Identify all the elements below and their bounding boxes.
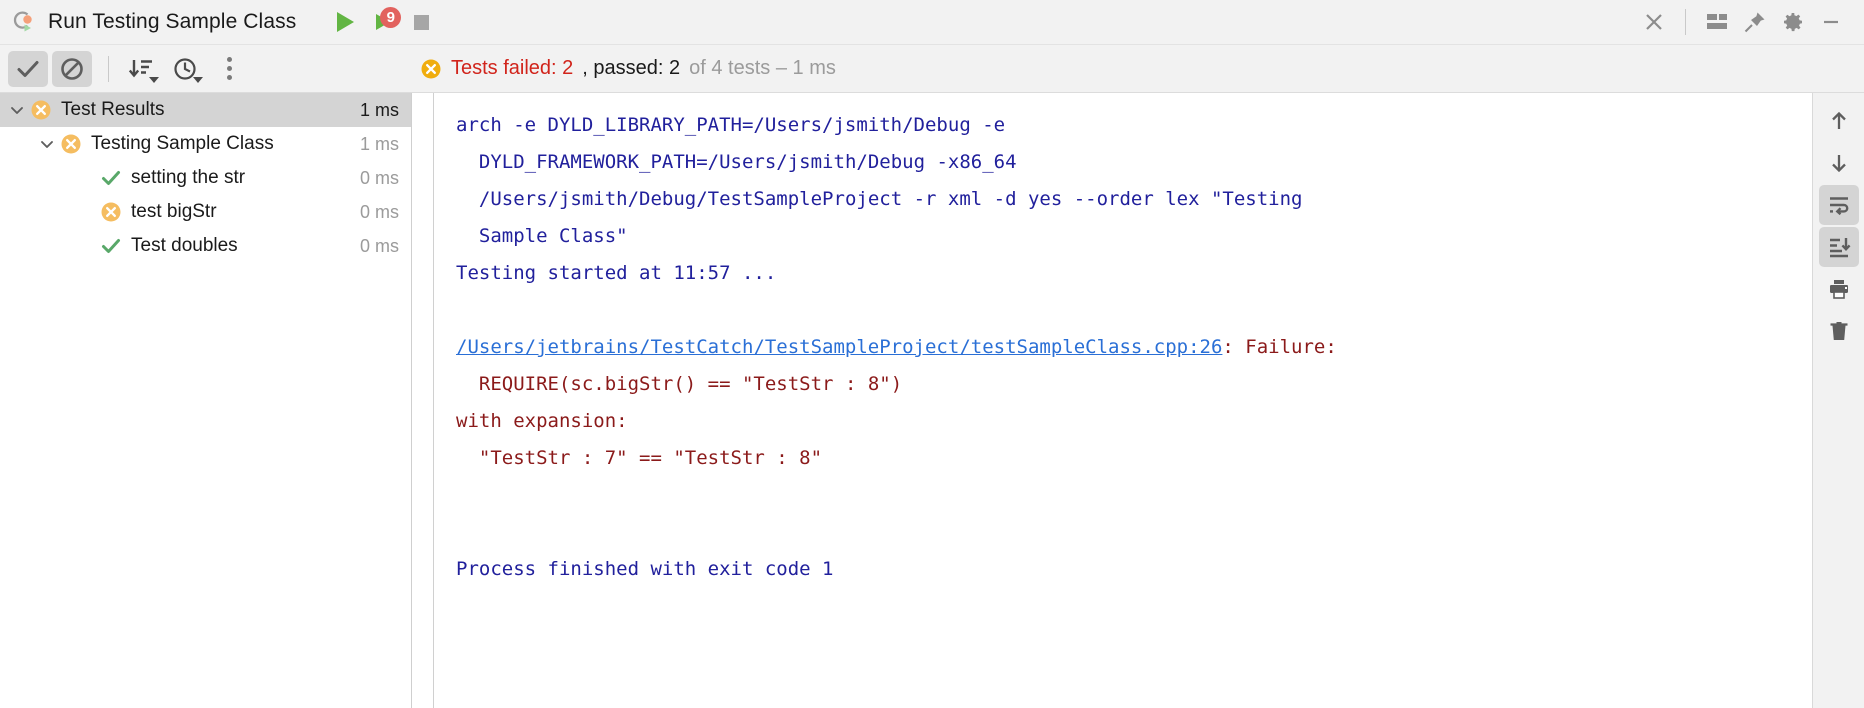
scroll-up-button[interactable] — [1819, 101, 1859, 141]
close-icon — [1646, 14, 1662, 30]
console-exit-line: Process finished with exit code 1 — [456, 558, 834, 580]
close-button[interactable] — [1635, 3, 1673, 41]
block-icon — [61, 57, 83, 80]
chevron-down-icon[interactable] — [34, 136, 60, 152]
test-tree-row-setting-the-str[interactable]: setting the str 0 ms — [0, 161, 411, 195]
status-passed-text: , passed: 2 — [582, 57, 681, 79]
toolbar-divider — [108, 55, 109, 82]
more-options-button[interactable] — [209, 51, 249, 87]
test-tree-row-test-doubles[interactable]: Test doubles 0 ms — [0, 229, 411, 263]
sort-alphabetically-button[interactable] — [121, 51, 161, 87]
trash-icon — [1830, 322, 1847, 340]
test-toolbar: Tests failed: 2 , passed: 2 of 4 tests – … — [0, 45, 1864, 93]
console-started-line: Testing started at 11:57 ... — [456, 262, 777, 284]
console-panel: arch -e DYLD_LIBRARY_PATH=/Users/jsmith/… — [412, 93, 1812, 708]
run-button[interactable] — [326, 3, 364, 41]
play-icon — [336, 12, 354, 32]
content-area: Test Results 1 ms Testing Sample Class 1… — [0, 93, 1864, 708]
clear-all-button[interactable] — [1819, 311, 1859, 351]
failure-expansion-line: "TestStr : 7" == "TestStr : 8" — [456, 447, 823, 469]
test-tree-row-test-bigstr[interactable]: test bigStr 0 ms — [0, 195, 411, 229]
sort-by-duration-button[interactable] — [165, 51, 205, 87]
pin-button[interactable] — [1736, 3, 1774, 41]
scroll-down-button[interactable] — [1819, 143, 1859, 183]
test-status-bar: Tests failed: 2 , passed: 2 of 4 tests – … — [420, 45, 836, 92]
clion-run-icon — [12, 9, 38, 35]
rerun-failed-tests-button[interactable]: 9 — [364, 3, 402, 41]
test-tree-duration: 1 ms — [359, 99, 399, 120]
arrow-up-icon — [1831, 111, 1846, 129]
pin-icon — [1744, 12, 1765, 33]
chevron-down-icon[interactable] — [4, 102, 30, 118]
failure-suffix: : Failure: — [1222, 336, 1337, 358]
stop-button[interactable] — [402, 3, 440, 41]
test-tree-duration: 0 ms — [359, 167, 399, 188]
chevron-down-icon — [149, 76, 159, 83]
soft-wrap-button[interactable] — [1818, 185, 1859, 225]
settings-button[interactable] — [1774, 3, 1812, 41]
soft-wrap-icon — [1829, 197, 1848, 216]
status-failed-text: Tests failed: 2 — [451, 57, 574, 79]
console-output[interactable]: arch -e DYLD_LIBRARY_PATH=/Users/jsmith/… — [434, 93, 1812, 708]
titlebar-divider — [1685, 9, 1686, 35]
test-tree-duration: 0 ms — [359, 235, 399, 256]
arrow-down-icon — [1831, 155, 1846, 173]
minimize-icon — [1824, 20, 1838, 24]
check-icon — [100, 167, 122, 189]
rerun-badge: 9 — [380, 7, 402, 28]
failure-location-link[interactable]: /Users/jetbrains/TestCatch/TestSamplePro… — [456, 336, 1222, 358]
status-total-text: of 4 tests – 1 ms — [689, 57, 836, 79]
show-passed-toggle[interactable] — [8, 50, 48, 87]
test-tree-row-test-results[interactable]: Test Results 1 ms — [0, 93, 411, 127]
stop-icon — [413, 14, 429, 30]
test-tree-label: setting the str — [131, 167, 246, 188]
layout-button[interactable] — [1698, 3, 1736, 41]
run-tool-window: Run Testing Sample Class 9 Tests failed:… — [0, 0, 1864, 708]
failure-with-expansion-label: with expansion: — [456, 410, 628, 432]
chevron-down-icon — [193, 76, 203, 83]
check-icon — [100, 235, 122, 257]
error-icon — [420, 58, 442, 80]
test-tree[interactable]: Test Results 1 ms Testing Sample Class 1… — [0, 93, 412, 708]
test-tree-label: test bigStr — [131, 201, 217, 222]
printer-icon — [1829, 280, 1848, 299]
minimize-button[interactable] — [1812, 3, 1850, 41]
vertical-dots-icon — [226, 57, 232, 80]
test-tree-duration: 1 ms — [359, 133, 399, 154]
console-side-toolbar — [1812, 93, 1864, 708]
scroll-to-end-button[interactable] — [1818, 227, 1859, 267]
title-bar: Run Testing Sample Class 9 — [0, 0, 1864, 45]
gear-icon — [1784, 13, 1802, 32]
error-icon — [30, 99, 52, 121]
failure-require-line: REQUIRE(sc.bigStr() == "TestStr : 8") — [456, 373, 903, 395]
layout-icon — [1707, 14, 1727, 29]
console-gutter — [412, 93, 434, 708]
test-tree-label: Test doubles — [131, 235, 238, 256]
test-tree-duration: 0 ms — [359, 201, 399, 222]
console-command-line: arch -e DYLD_LIBRARY_PATH=/Users/jsmith/… — [456, 114, 1303, 247]
error-icon — [60, 133, 82, 155]
test-tree-row-testing-sample-class[interactable]: Testing Sample Class 1 ms — [0, 127, 411, 161]
show-ignored-toggle[interactable] — [52, 50, 92, 87]
window-title: Run Testing Sample Class — [48, 10, 297, 33]
test-tree-label: Test Results — [61, 99, 165, 120]
check-icon — [17, 60, 39, 77]
error-icon — [100, 201, 122, 223]
test-tree-label: Testing Sample Class — [91, 133, 274, 154]
print-button[interactable] — [1819, 269, 1859, 309]
scroll-to-end-icon — [1829, 238, 1850, 258]
